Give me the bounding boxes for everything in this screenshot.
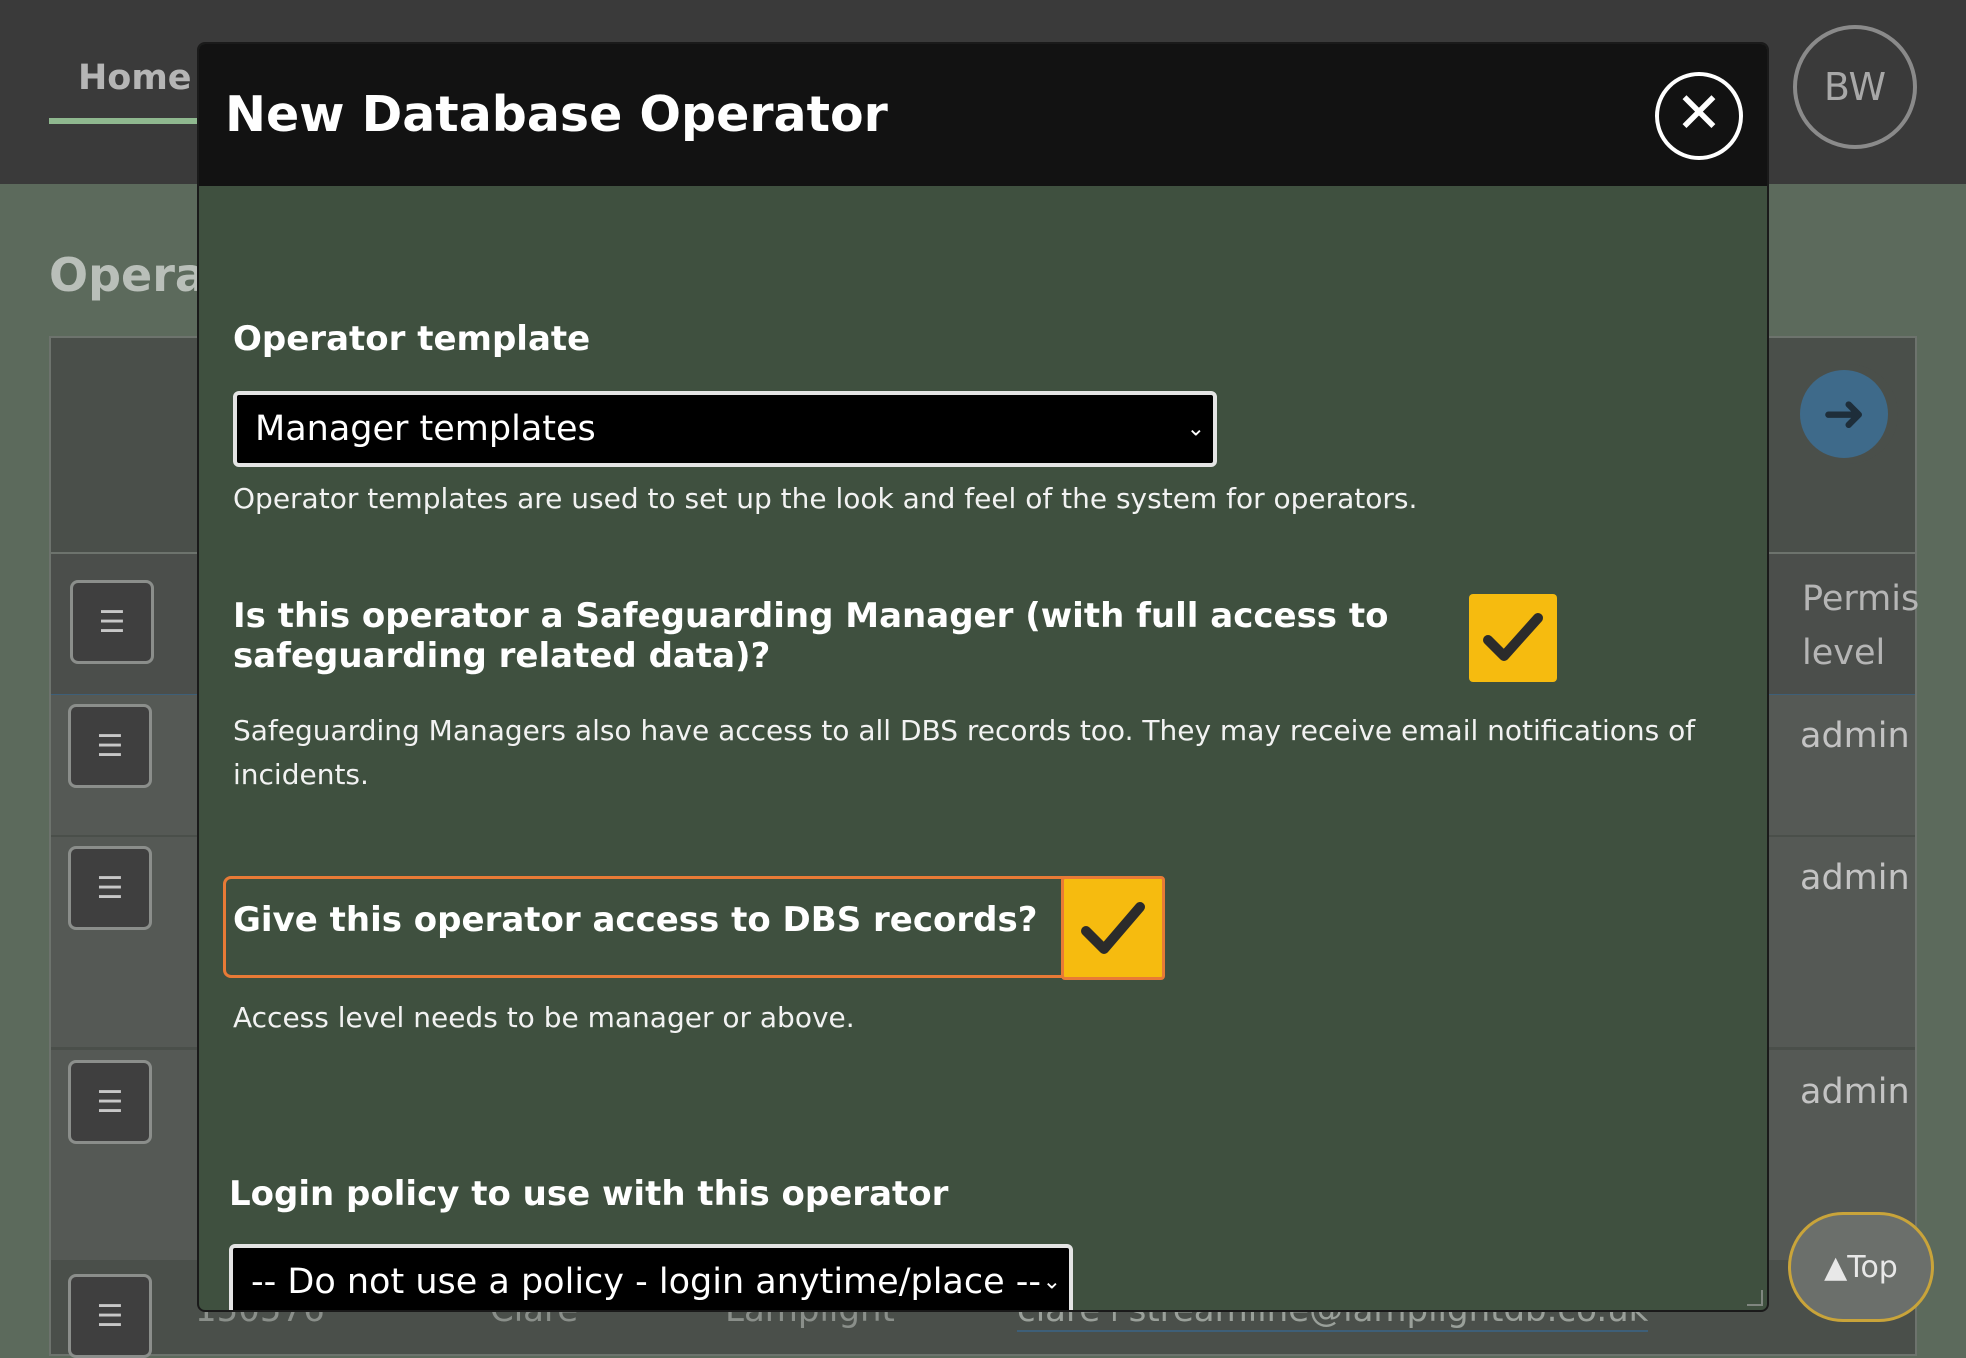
column-header-line2: level xyxy=(1802,633,1886,673)
user-avatar[interactable]: BW xyxy=(1793,25,1917,149)
resize-handle[interactable] xyxy=(1747,1290,1763,1306)
safeguarding-label: Is this operator a Safeguarding Manager … xyxy=(233,596,1389,676)
safeguarding-label-line2: safeguarding related data)? xyxy=(233,636,771,676)
dbs-access-checkbox[interactable] xyxy=(1061,876,1165,980)
back-to-top-button[interactable]: ▲Top xyxy=(1788,1212,1934,1322)
new-operator-modal: New Database Operator ✕ Operator templat… xyxy=(197,42,1769,1312)
row-permission: admin xyxy=(1800,716,1910,756)
arrow-right-icon[interactable]: ➜ xyxy=(1800,370,1888,458)
login-policy-value: -- Do not use a policy - login anytime/p… xyxy=(251,1262,1042,1302)
checkmark-icon xyxy=(1081,902,1145,954)
modal-title: New Database Operator xyxy=(225,86,888,143)
operator-template-help: Operator templates are used to set up th… xyxy=(233,482,1418,515)
nav-home-tab[interactable]: Home xyxy=(49,52,197,124)
operator-template-value: Manager templates xyxy=(255,409,596,449)
row-menu-button[interactable]: ☰ xyxy=(68,1274,152,1358)
row-permission: admin xyxy=(1800,1072,1910,1112)
login-policy-select[interactable]: -- Do not use a policy - login anytime/p… xyxy=(229,1244,1073,1310)
active-tab-indicator xyxy=(49,118,197,124)
nav-home-label: Home xyxy=(78,58,192,98)
header-menu-button[interactable]: ☰ xyxy=(70,580,154,664)
operator-template-label: Operator template xyxy=(233,319,591,359)
row-permission: admin xyxy=(1800,858,1910,898)
column-header-permission: Permis level xyxy=(1802,572,1919,680)
safeguarding-checkbox[interactable] xyxy=(1469,594,1557,682)
dbs-access-help: Access level needs to be manager or abov… xyxy=(233,1001,855,1034)
column-header-line1: Permis xyxy=(1802,579,1920,619)
close-icon: ✕ xyxy=(1675,81,1723,146)
chevron-down-icon: ⌄ xyxy=(1042,1269,1061,1295)
close-button[interactable]: ✕ xyxy=(1655,72,1743,160)
safeguarding-label-line1: Is this operator a Safeguarding Manager … xyxy=(233,596,1389,636)
chevron-down-icon: ⌄ xyxy=(1186,416,1205,442)
safeguarding-help: Safeguarding Managers also have access t… xyxy=(233,714,1696,791)
dbs-access-label: Give this operator access to DBS records… xyxy=(233,900,1038,940)
operator-template-select[interactable]: Manager templates ⌄ xyxy=(233,391,1217,467)
checkmark-icon xyxy=(1483,613,1543,661)
row-menu-button[interactable]: ☰ xyxy=(68,846,152,930)
row-menu-button[interactable]: ☰ xyxy=(68,1060,152,1144)
row-menu-button[interactable]: ☰ xyxy=(68,704,152,788)
login-policy-label: Login policy to use with this operator xyxy=(229,1174,949,1214)
modal-header: New Database Operator ✕ xyxy=(199,44,1767,186)
